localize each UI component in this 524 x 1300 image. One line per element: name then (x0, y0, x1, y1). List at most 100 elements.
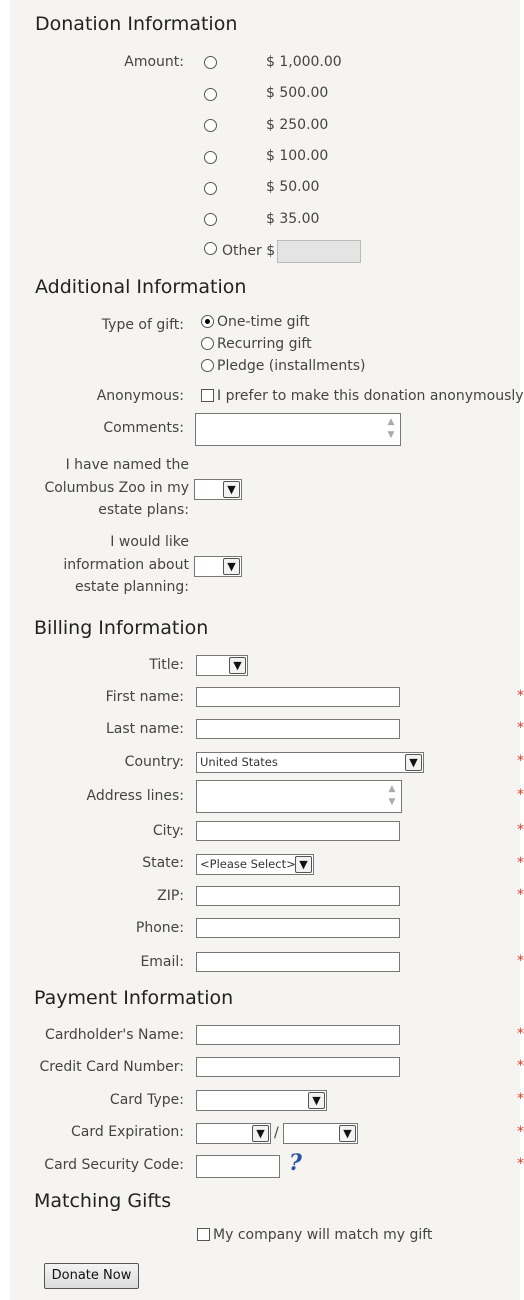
card-type-select[interactable]: ▼ (196, 1090, 327, 1111)
title-select[interactable]: ▼ (196, 655, 248, 676)
amount-option-35: $ 35.00 (266, 211, 320, 227)
country-select[interactable]: United States ▼ (196, 752, 424, 773)
phone-input[interactable] (196, 918, 400, 938)
chevron-down-icon: ▼ (223, 558, 240, 575)
address-textarea[interactable]: ▲ ▼ (196, 780, 402, 813)
estate-named-label-line-3: estate plans: (98, 502, 189, 518)
anonymous-checkbox-label: I prefer to make this donation anonymous… (217, 388, 524, 404)
matching-gift-checkbox[interactable] (197, 1228, 210, 1241)
email-label: Email: (140, 954, 184, 970)
anonymous-checkbox[interactable] (201, 389, 214, 402)
required-marker: * (517, 1124, 524, 1140)
state-select[interactable]: <Please Select> ▼ (196, 854, 314, 875)
amount-other-input[interactable] (277, 240, 361, 263)
textarea-scroll-arrows[interactable]: ▲ ▼ (384, 416, 398, 443)
chevron-down-icon: ▼ (308, 1092, 325, 1109)
expiration-year-select[interactable]: ▼ (283, 1123, 358, 1144)
chevron-down-icon: ▼ (339, 1125, 356, 1142)
required-marker: * (517, 855, 524, 871)
donate-now-button[interactable]: Donate Now (44, 1263, 139, 1289)
required-marker: * (517, 822, 524, 838)
required-marker: * (517, 787, 524, 803)
required-marker: * (517, 1091, 524, 1107)
last-name-label: Last name: (105, 721, 184, 737)
gift-type-radio-pledge[interactable] (201, 359, 214, 372)
amount-radio-500[interactable] (204, 88, 217, 101)
estate-info-label-line-3: estate planning: (75, 579, 189, 595)
estate-info-label-line-2: information about (63, 556, 189, 573)
required-marker: * (517, 953, 524, 969)
first-name-label: First name: (105, 689, 184, 705)
amount-other-label: Other $ (222, 243, 276, 259)
card-number-label: Credit Card Number: (39, 1059, 184, 1075)
amount-radio-1000[interactable] (204, 56, 217, 69)
security-code-input[interactable] (196, 1155, 280, 1178)
gift-type-label: Type of gift: (101, 317, 184, 333)
required-marker: * (517, 1058, 524, 1074)
last-name-input[interactable] (196, 719, 400, 739)
amount-label: Amount: (124, 54, 184, 70)
amount-radio-35[interactable] (204, 213, 217, 226)
card-number-input[interactable] (196, 1057, 400, 1077)
gift-type-radio-recurring[interactable] (201, 337, 214, 350)
estate-info-label-line-1: I would like (110, 534, 189, 550)
chevron-down-icon: ▼ (405, 754, 422, 771)
estate-named-label: I have named the Columbus Zoo in my esta… (22, 454, 189, 522)
amount-radio-other[interactable] (204, 242, 217, 255)
gift-type-radio-one-time[interactable] (201, 315, 214, 328)
anonymous-label: Anonymous: (96, 388, 184, 404)
state-selected-value: <Please Select> (200, 857, 296, 871)
title-label: Title: (149, 657, 184, 673)
matching-gift-checkbox-label: My company will match my gift (213, 1227, 433, 1243)
billing-heading: Billing Information (34, 617, 209, 639)
gift-type-recurring-label: Recurring gift (217, 336, 312, 352)
zip-input[interactable] (196, 886, 400, 906)
chevron-down-icon: ▼ (229, 657, 246, 674)
chevron-down-icon: ▼ (252, 1125, 269, 1142)
amount-option-500: $ 500.00 (266, 85, 329, 101)
amount-radio-100[interactable] (204, 151, 217, 164)
expiration-month-select[interactable]: ▼ (196, 1123, 271, 1144)
estate-named-label-line-2: Columbus Zoo in my (44, 479, 189, 496)
cardholder-input[interactable] (196, 1025, 400, 1045)
required-marker: * (517, 1026, 524, 1042)
state-label: State: (142, 855, 184, 871)
estate-info-select[interactable]: ▼ (194, 556, 242, 577)
email-input[interactable] (196, 952, 400, 972)
amount-option-250: $ 250.00 (266, 117, 329, 133)
phone-label: Phone: (135, 920, 184, 936)
country-label: Country: (124, 754, 184, 770)
city-label: City: (152, 823, 184, 839)
estate-info-label: I would like information about estate pl… (22, 531, 189, 599)
required-marker: * (517, 1156, 524, 1172)
required-marker: * (517, 887, 524, 903)
question-mark-icon[interactable]: ? (289, 1152, 307, 1174)
card-type-label: Card Type: (109, 1092, 184, 1108)
amount-option-50: $ 50.00 (266, 179, 320, 195)
textarea-scroll-arrows[interactable]: ▲ ▼ (385, 783, 399, 810)
matching-heading: Matching Gifts (34, 1190, 172, 1212)
required-marker: * (517, 720, 524, 736)
first-name-input[interactable] (196, 687, 400, 707)
chevron-down-icon: ▼ (295, 856, 312, 873)
donation-form: Donation Information Amount: $ 1,000.00 … (10, 0, 524, 1300)
donation-heading: Donation Information (35, 13, 238, 35)
required-marker: * (517, 688, 524, 704)
comments-label: Comments: (103, 420, 184, 436)
gift-type-pledge-label: Pledge (installments) (217, 358, 366, 374)
estate-named-label-line-1: I have named the (65, 457, 189, 473)
amount-radio-50[interactable] (204, 182, 217, 195)
required-marker: * (517, 753, 524, 769)
estate-named-select[interactable]: ▼ (194, 479, 242, 500)
expiration-label: Card Expiration: (71, 1124, 184, 1140)
city-input[interactable] (196, 821, 400, 841)
address-label: Address lines: (86, 788, 184, 804)
amount-option-1000: $ 1,000.00 (266, 54, 342, 70)
chevron-down-icon: ▼ (223, 481, 240, 498)
payment-heading: Payment Information (34, 987, 234, 1009)
expiration-separator: / (274, 1125, 279, 1141)
comments-textarea[interactable]: ▲ ▼ (195, 413, 401, 446)
country-selected-value: United States (200, 755, 278, 769)
gift-type-one-time-label: One-time gift (217, 314, 310, 330)
amount-radio-250[interactable] (204, 119, 217, 132)
